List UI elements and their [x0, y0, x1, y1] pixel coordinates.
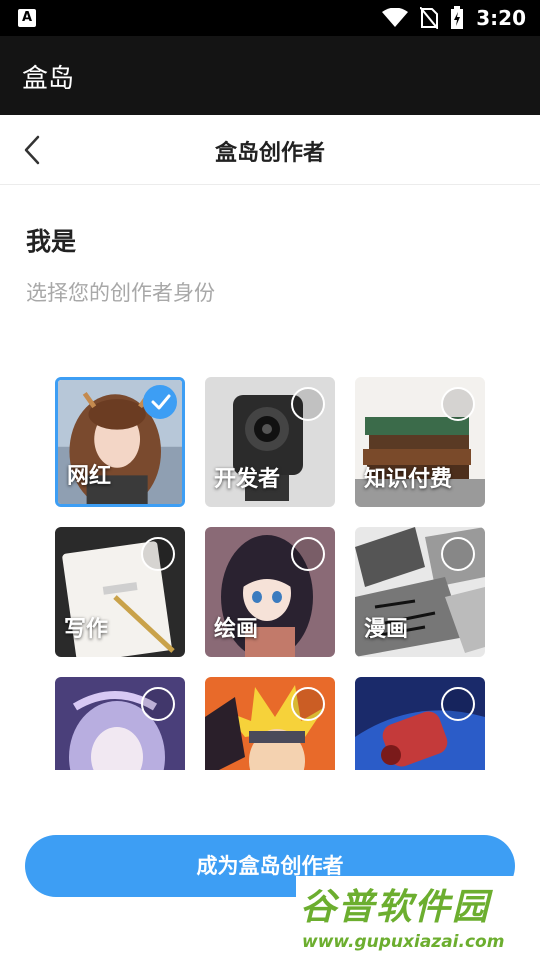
identity-card-7[interactable] [55, 677, 185, 770]
watermark: 谷普软件园 www.gupuxiazai.com [296, 876, 540, 960]
notification-app-icon: A [18, 9, 36, 27]
check-circle[interactable] [441, 537, 475, 571]
check-circle[interactable] [143, 385, 177, 419]
battery-charging-icon [450, 6, 464, 30]
check-circle[interactable] [441, 687, 475, 721]
check-circle[interactable] [141, 537, 175, 571]
identity-card-comics[interactable]: 漫画 [355, 527, 485, 657]
card-label: 网红 [67, 464, 112, 489]
identity-card-8[interactable] [205, 677, 335, 770]
card-label: 绘画 [214, 617, 259, 642]
watermark-title: 谷普软件园 [300, 887, 491, 928]
page-title: 盒岛创作者 [214, 141, 325, 166]
card-label: 漫画 [364, 617, 409, 642]
check-circle[interactable] [141, 687, 175, 721]
section-title: 我是 [26, 227, 77, 256]
card-label: 知识付费 [364, 467, 453, 492]
status-bar: A 3:20 [0, 0, 540, 36]
checkmark-icon [151, 394, 171, 410]
no-sim-icon [420, 7, 439, 29]
check-circle[interactable] [441, 387, 475, 421]
watermark-url: www.gupuxiazai.com [302, 932, 505, 952]
check-circle[interactable] [291, 537, 325, 571]
check-circle[interactable] [291, 387, 325, 421]
identity-card-painting[interactable]: 绘画 [205, 527, 335, 657]
identity-card-9[interactable] [355, 677, 485, 770]
clock: 3:20 [476, 6, 526, 30]
check-circle[interactable] [291, 687, 325, 721]
wifi-icon [382, 8, 409, 28]
app-title: 盒岛 [22, 64, 75, 94]
nav-header: 盒岛创作者 [0, 115, 540, 185]
section-subtitle: 选择您的创作者身份 [26, 281, 215, 305]
app-bar: 盒岛 [0, 36, 540, 115]
identity-grid: 网红 开发者 知识付费 写作 绘画 漫画 [55, 377, 485, 770]
identity-card-developer[interactable]: 开发者 [205, 377, 335, 507]
status-icons: 3:20 [382, 0, 526, 36]
identity-card-influencer[interactable]: 网红 [55, 377, 185, 507]
identity-card-writing[interactable]: 写作 [55, 527, 185, 657]
card-label: 开发者 [214, 467, 281, 492]
identity-card-knowledge[interactable]: 知识付费 [355, 377, 485, 507]
card-label: 写作 [64, 617, 109, 642]
